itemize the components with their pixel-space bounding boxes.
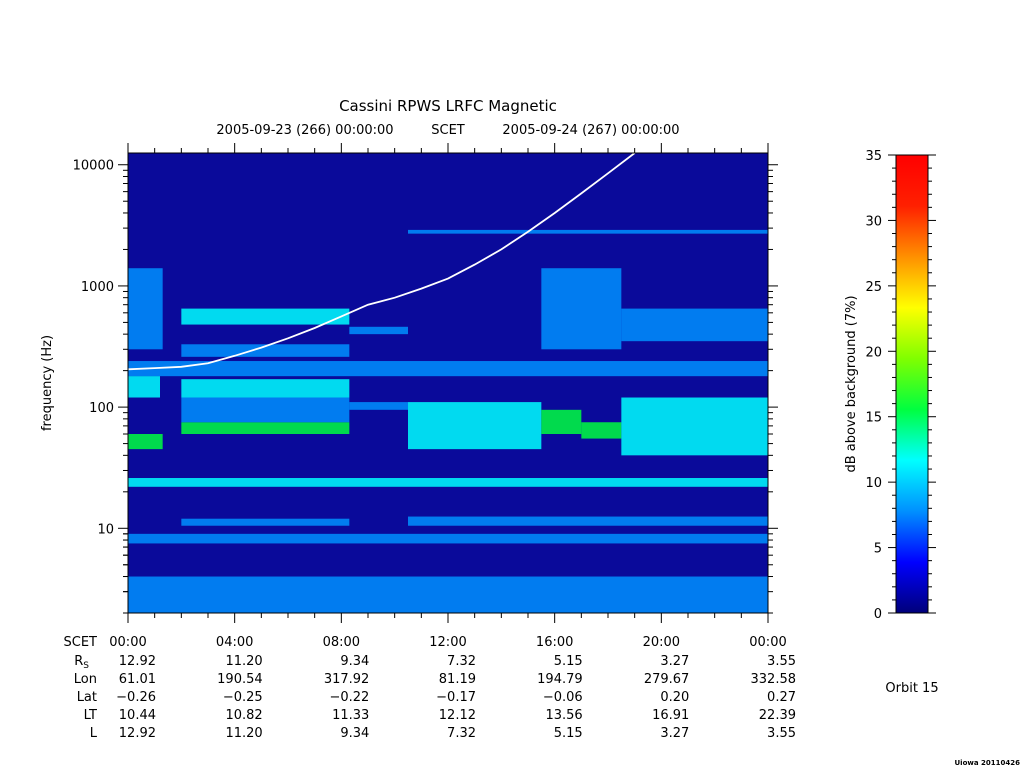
ephemeris-value-lat: 0.20 xyxy=(660,690,689,705)
ephemeris-value-lt: 10.82 xyxy=(225,708,262,723)
colorbar-tick-label: 10 xyxy=(865,476,882,491)
y-tick-label: 1000 xyxy=(81,280,114,295)
colorbar-tick-label: 15 xyxy=(865,411,882,426)
spectral-band xyxy=(128,361,768,377)
spectrogram-chart: Cassini RPWS LRFC Magnetic 2005-09-23 (2… xyxy=(40,97,1021,767)
colorbar-label: dB above background (7%) xyxy=(844,295,859,472)
chart-title: Cassini RPWS LRFC Magnetic xyxy=(339,97,557,115)
ephemeris-labels: SCET RS Lon Lat LT L xyxy=(64,635,98,741)
ephemeris-value-scet: 20:00 xyxy=(643,635,680,650)
colorbar-tick-label: 20 xyxy=(865,345,882,360)
ephemeris-value-lon: 317.92 xyxy=(324,672,370,687)
colorbar-gradient xyxy=(895,154,929,614)
ephemeris-value-scet: 00:00 xyxy=(749,635,786,650)
ephem-label-lt: LT xyxy=(84,708,97,723)
ephemeris-value-rs: 12.92 xyxy=(119,654,156,669)
ephemeris-value-l: 11.20 xyxy=(225,726,262,741)
ephemeris-value-rs: 5.15 xyxy=(554,654,583,669)
ephemeris-value-lon: 81.19 xyxy=(439,672,476,687)
ephemeris-value-l: 5.15 xyxy=(554,726,583,741)
ephemeris-value-scet: 00:00 xyxy=(109,635,146,650)
ephemeris-value-lt: 13.56 xyxy=(545,708,582,723)
ephemeris-value-lt: 12.12 xyxy=(439,708,476,723)
spectral-band xyxy=(541,268,622,350)
ephemeris-value-lat: −0.06 xyxy=(543,690,583,705)
ephemeris-value-rs: 9.34 xyxy=(340,654,369,669)
ephem-label-lat: Lat xyxy=(77,690,97,705)
ephem-label-rs-subscript: S xyxy=(83,661,89,671)
spectral-band xyxy=(181,397,350,423)
ephemeris-value-scet: 16:00 xyxy=(536,635,573,650)
ephemeris-value-rs: 7.32 xyxy=(447,654,476,669)
ephemeris-value-rs: 3.55 xyxy=(767,654,796,669)
ephem-label-lon: Lon xyxy=(74,672,97,687)
credit-label: Uiowa 20110426 xyxy=(955,759,1021,767)
ephemeris-value-lt: 22.39 xyxy=(759,708,796,723)
ephemeris-value-lon: 190.54 xyxy=(217,672,263,687)
spectral-band xyxy=(349,402,408,410)
spectral-band xyxy=(408,516,768,526)
spectral-band xyxy=(181,308,350,325)
ephemeris-value-l: 3.27 xyxy=(660,726,689,741)
colorbar: 0 5 10 15 20 25 30 35 xyxy=(865,149,936,622)
colorbar-tick-label: 0 xyxy=(874,607,882,622)
spectral-band xyxy=(581,422,622,439)
spectral-band xyxy=(128,533,768,544)
ephemeris-value-lt: 10.44 xyxy=(119,708,156,723)
ephem-label-l: L xyxy=(90,726,98,741)
y-tick-label: 100 xyxy=(89,401,114,416)
ephemeris-value-lon: 332.58 xyxy=(751,672,797,687)
colorbar-tick-label: 5 xyxy=(874,542,882,557)
ephemeris-value-lat: −0.25 xyxy=(223,690,263,705)
orbit-label: Orbit 15 xyxy=(885,681,938,696)
ephem-label-scet: SCET xyxy=(64,635,98,650)
subtitle-start-time: 2005-09-23 (266) 00:00:00 xyxy=(216,123,393,138)
ephemeris-value-lon: 279.67 xyxy=(644,672,690,687)
spectral-band xyxy=(181,518,350,526)
y-tick-label: 10 xyxy=(97,522,114,537)
spectral-band xyxy=(128,433,163,450)
ephemeris-value-rs: 11.20 xyxy=(225,654,262,669)
spectral-band xyxy=(408,229,768,234)
colorbar-tick-label: 25 xyxy=(865,280,882,295)
subtitle-end-time: 2005-09-24 (267) 00:00:00 xyxy=(502,123,679,138)
ephemeris-value-lon: 194.79 xyxy=(537,672,583,687)
ephemeris-value-scet: 12:00 xyxy=(429,635,466,650)
ephemeris-value-l: 3.55 xyxy=(767,726,796,741)
y-tick-label: 10000 xyxy=(73,159,114,174)
ephemeris-value-lat: −0.17 xyxy=(436,690,476,705)
ephemeris-value-lat: 0.27 xyxy=(767,690,796,705)
subtitle-scet: SCET xyxy=(431,123,465,138)
spectral-band xyxy=(128,376,160,398)
ephemeris-value-scet: 04:00 xyxy=(216,635,253,650)
ephemeris-value-lon: 61.01 xyxy=(119,672,156,687)
spectral-band xyxy=(349,326,408,335)
ephem-label-rs: RS xyxy=(74,654,89,671)
spectral-band xyxy=(541,409,582,434)
ephemeris-value-lat: −0.22 xyxy=(329,690,369,705)
spectral-band xyxy=(128,576,768,613)
ephemeris-value-lt: 16.91 xyxy=(652,708,689,723)
ephemeris-value-lt: 11.33 xyxy=(332,708,369,723)
ephemeris-value-l: 12.92 xyxy=(119,726,156,741)
spectral-band xyxy=(181,379,350,398)
ephemeris-value-rs: 3.27 xyxy=(660,654,689,669)
spectral-band xyxy=(408,402,542,450)
y-axis-label: frequency (Hz) xyxy=(40,335,55,431)
spectral-band xyxy=(128,268,163,350)
ephemeris-value-l: 7.32 xyxy=(447,726,476,741)
spectrogram-plot-area xyxy=(127,152,769,614)
spectral-band xyxy=(128,478,768,487)
ephemeris-table: 00:00 04:00 08:00 12:00 16:00 20:00 00:00 12.92… xyxy=(109,635,796,741)
spectral-band xyxy=(621,308,768,342)
colorbar-tick-label: 35 xyxy=(865,149,882,164)
spectral-band xyxy=(181,422,350,434)
ephemeris-value-scet: 08:00 xyxy=(323,635,360,650)
spectral-band xyxy=(621,397,768,456)
ephemeris-value-l: 9.34 xyxy=(340,726,369,741)
ephemeris-value-lat: −0.26 xyxy=(116,690,156,705)
colorbar-tick-label: 30 xyxy=(865,214,882,229)
